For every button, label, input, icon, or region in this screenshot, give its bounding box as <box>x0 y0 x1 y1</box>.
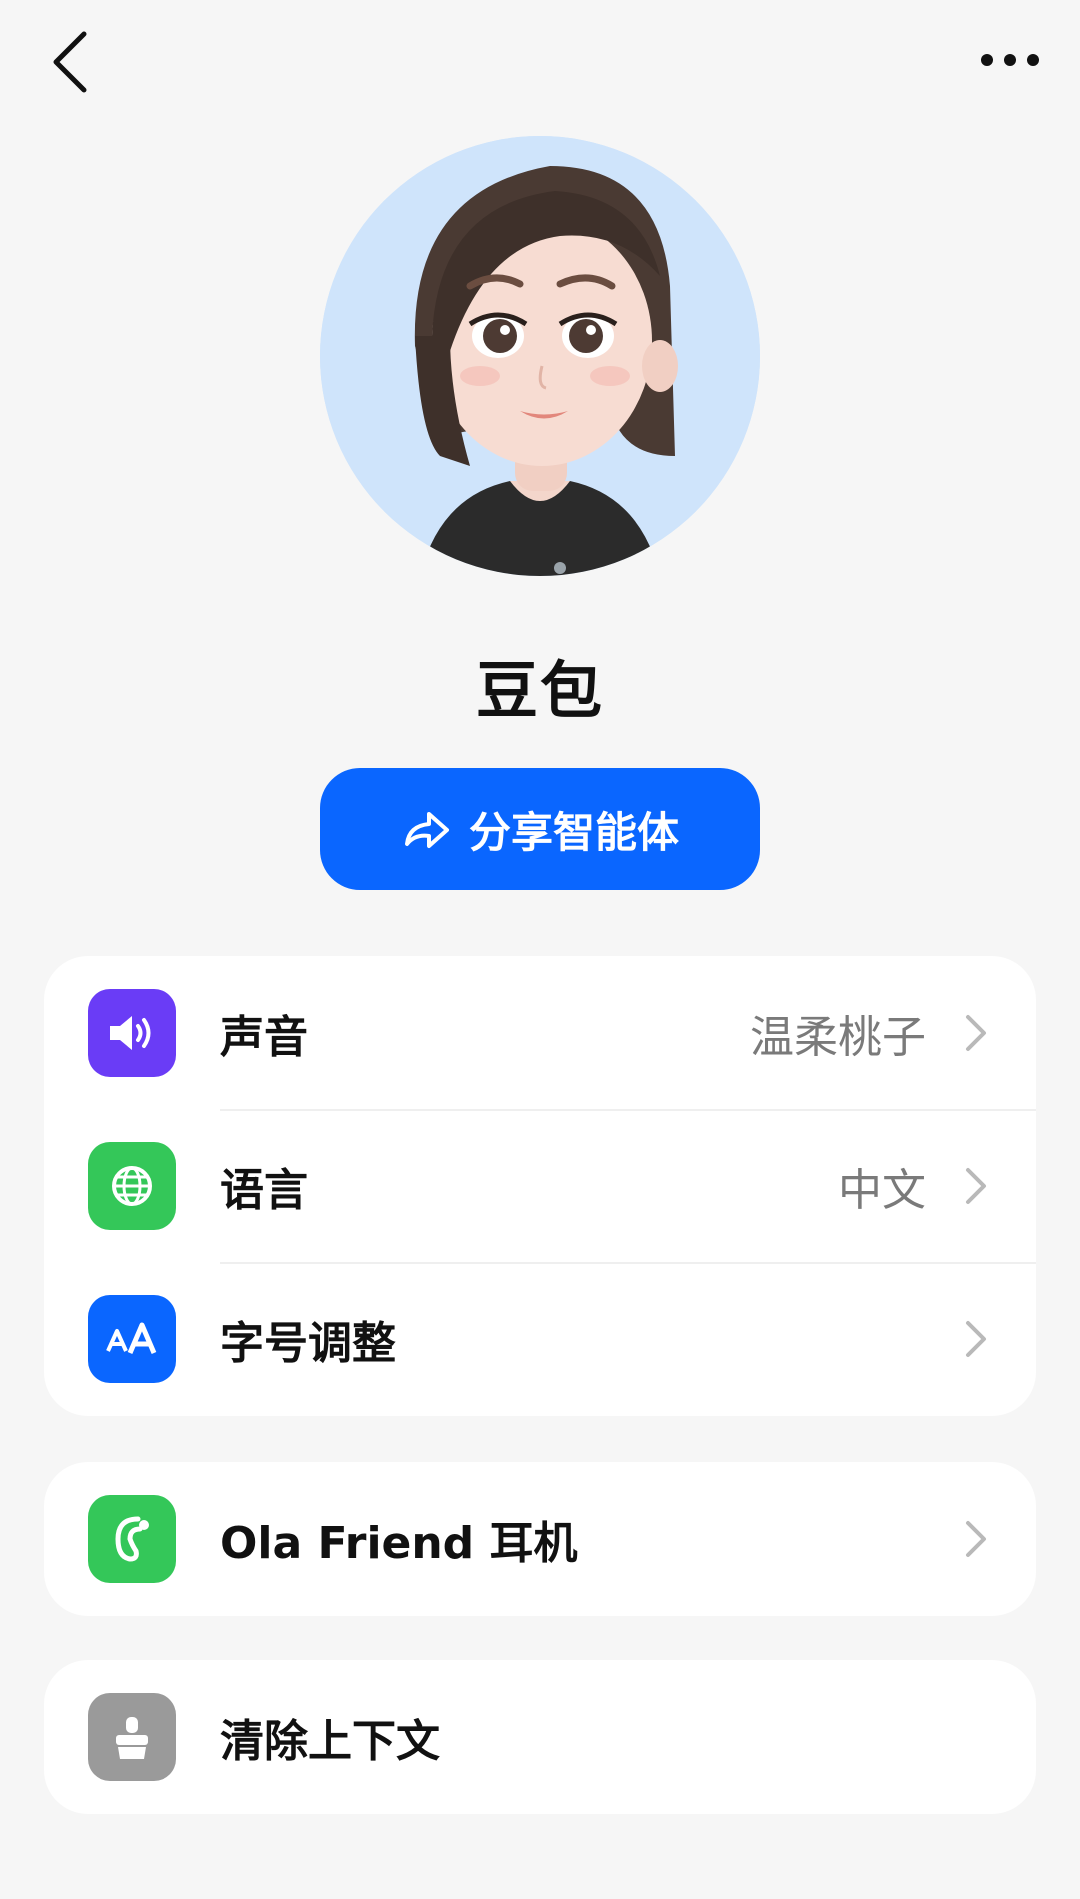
setting-row-voice[interactable]: 声音 温柔桃子 <box>44 956 1036 1109</box>
setting-label-clear-context: 清除上下文 <box>220 1716 440 1767</box>
chevron-right-icon <box>958 1011 994 1055</box>
avatar <box>320 136 760 576</box>
more-horizontal-icon <box>981 54 1039 66</box>
agent-profile-page: 豆包 分享智能体 声音 温柔桃子 语言 中文 字号调整 Ola Friend 耳… <box>0 0 1080 1899</box>
clear-context-icon <box>88 1693 176 1781</box>
chevron-right-icon <box>958 1317 994 1361</box>
speaker-icon <box>88 988 176 1077</box>
setting-label-voice: 声音 <box>220 1011 308 1063</box>
share-agent-label: 分享智能体 <box>468 807 679 857</box>
setting-value-voice: 温柔桃子 <box>750 1011 926 1063</box>
chevron-left-icon <box>53 31 87 93</box>
agent-name: 豆包 <box>475 654 604 727</box>
globe-icon <box>88 1141 176 1230</box>
setting-value-language: 中文 <box>838 1164 926 1216</box>
back-button[interactable] <box>38 26 102 98</box>
settings-card-primary: 声音 温柔桃子 语言 中文 字号调整 <box>44 956 1036 1416</box>
more-options-button[interactable] <box>970 30 1050 90</box>
earphone-icon <box>88 1495 176 1583</box>
chevron-right-icon <box>958 1517 994 1561</box>
share-arrow-icon <box>401 804 451 854</box>
setting-label-earphone: Ola Friend 耳机 <box>220 1518 578 1569</box>
setting-row-font-size[interactable]: 字号调整 <box>44 1262 1036 1415</box>
setting-row-earphone[interactable]: Ola Friend 耳机 <box>44 1462 1036 1616</box>
avatar-illustration <box>320 136 760 576</box>
setting-label-font-size: 字号调整 <box>220 1317 396 1369</box>
font-size-icon <box>88 1294 176 1383</box>
settings-card-earphone: Ola Friend 耳机 <box>44 1462 1036 1616</box>
chevron-right-icon <box>958 1164 994 1208</box>
setting-row-clear-context[interactable]: 清除上下文 <box>44 1660 1036 1814</box>
settings-card-clear: 清除上下文 <box>44 1660 1036 1814</box>
setting-label-language: 语言 <box>220 1164 308 1216</box>
share-agent-button[interactable]: 分享智能体 <box>320 768 760 890</box>
setting-row-language[interactable]: 语言 中文 <box>44 1109 1036 1262</box>
